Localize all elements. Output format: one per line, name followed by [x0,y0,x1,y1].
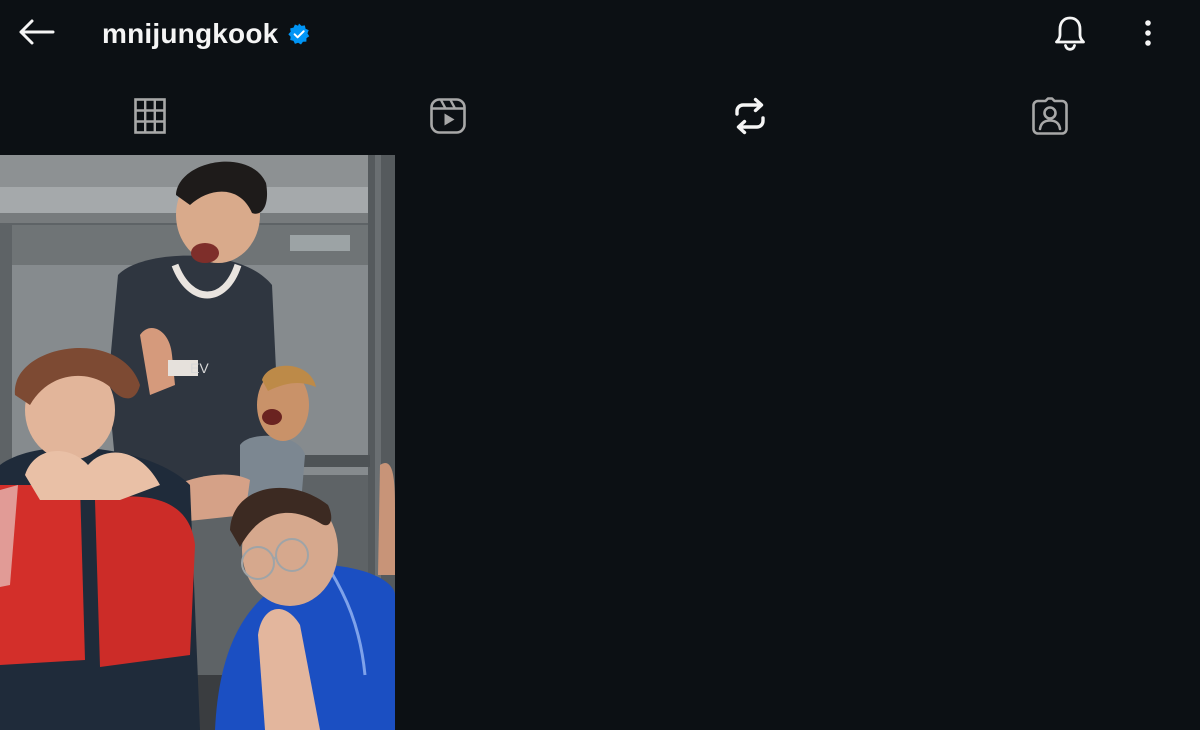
notifications-button[interactable] [1048,13,1092,57]
profile-title: mnijungkook [102,14,310,54]
back-button[interactable] [14,14,58,54]
tagged-person-icon [1031,96,1069,136]
profile-tabs [0,80,1200,152]
grid-icon [133,97,167,135]
more-vertical-icon [1144,19,1152,52]
post-thumbnail[interactable]: EV [0,155,395,730]
bell-icon [1052,14,1088,57]
arrow-left-icon [17,18,55,51]
reels-icon [429,97,467,135]
app-root: mnijungkook EV [0,0,1200,730]
more-options-button[interactable] [1126,13,1170,57]
verified-badge-icon [288,23,310,45]
photo-thumbnail: EV [0,155,395,730]
tab-reposts[interactable] [600,80,900,152]
tab-posts[interactable] [0,80,300,152]
repost-icon [732,96,768,136]
tab-reels[interactable] [298,80,598,152]
profile-header: mnijungkook [0,0,1200,68]
tab-tagged[interactable] [900,80,1200,152]
posts-grid: EV [0,155,1200,730]
username-label: mnijungkook [102,18,279,49]
svg-text:EV: EV [190,360,209,376]
